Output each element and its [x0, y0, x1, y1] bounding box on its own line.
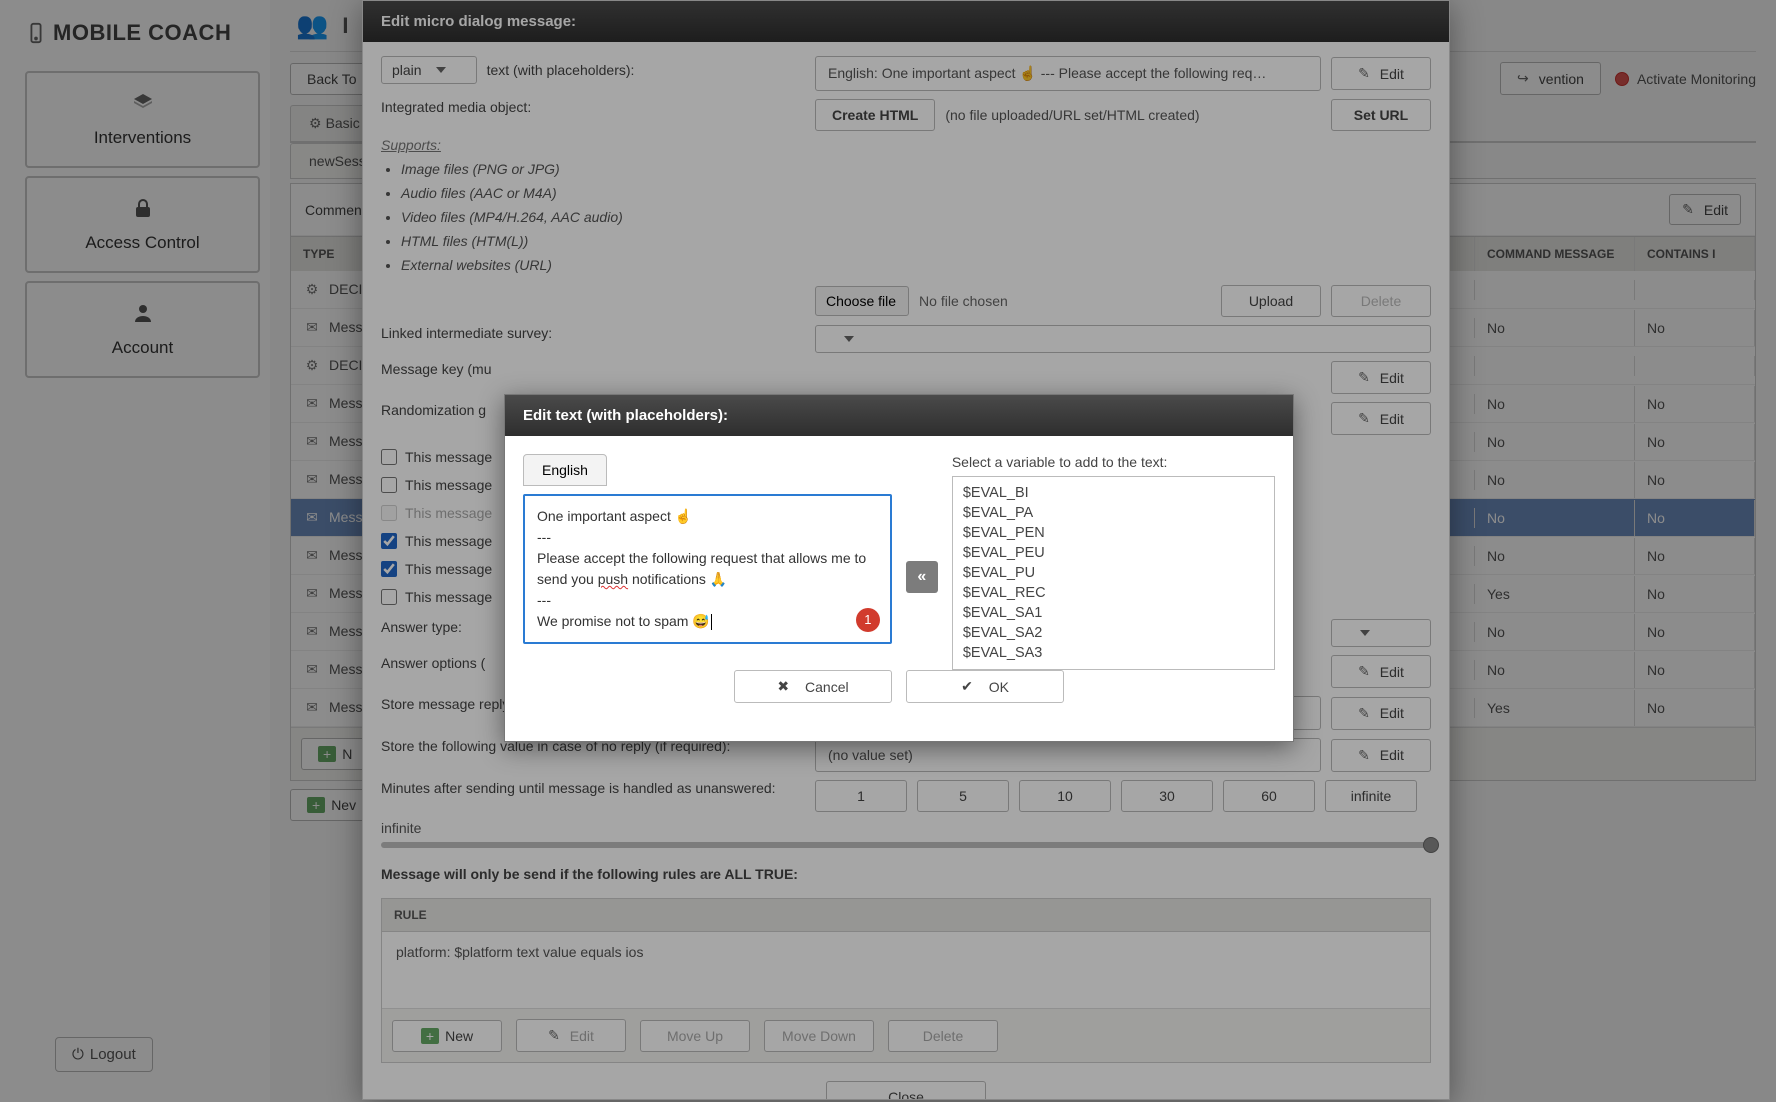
variable-item[interactable]: $EVAL_PEN — [963, 523, 1264, 543]
variable-item[interactable]: $EVAL_SA3 — [963, 643, 1264, 663]
error-badge: 1 — [856, 608, 880, 632]
insert-variable-button[interactable]: « — [906, 561, 938, 593]
variable-item[interactable]: $EVAL_PU — [963, 563, 1264, 583]
variables-list[interactable]: $EVAL_BI$EVAL_PA$EVAL_PEN$EVAL_PEU$EVAL_… — [952, 476, 1275, 670]
variable-item[interactable]: $EVAL_PA — [963, 503, 1264, 523]
vars-label: Select a variable to add to the text: — [952, 454, 1275, 470]
language-tab[interactable]: English — [523, 454, 607, 486]
edit-text-modal: Edit text (with placeholders): English O… — [504, 394, 1294, 742]
variable-item[interactable]: $EVAL_BI — [963, 483, 1264, 503]
variable-item[interactable]: $EVAL_SA2 — [963, 623, 1264, 643]
variable-item[interactable]: $EVAL_REC — [963, 583, 1264, 603]
text-editor[interactable]: One important aspect ☝️---Please accept … — [523, 494, 892, 644]
check-icon: ✔ — [961, 678, 973, 695]
double-chevron-left-icon: « — [917, 568, 926, 586]
modal2-title: Edit text (with placeholders): — [505, 395, 1293, 436]
variable-item[interactable]: $EVAL_SA1 — [963, 603, 1264, 623]
ok-button[interactable]: ✔ OK — [906, 670, 1064, 703]
variable-item[interactable]: $EVAL_PEU — [963, 543, 1264, 563]
x-icon: ✖ — [777, 678, 789, 695]
cancel-button[interactable]: ✖ Cancel — [734, 670, 892, 703]
